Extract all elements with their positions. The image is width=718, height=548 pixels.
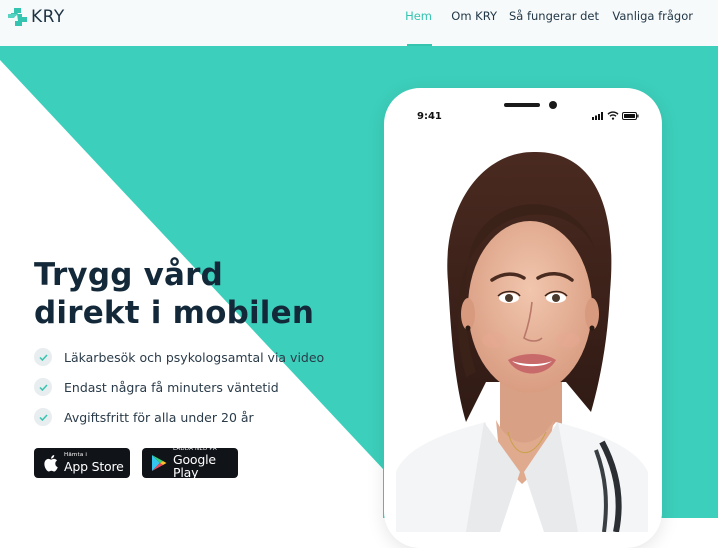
app-store-small-text: Hämta i [64,452,88,458]
site-header: KRY Hem Om KRY Så fungerar det Vanliga f… [0,0,718,46]
hero-title-line-2: direkt i mobilen [34,295,315,331]
nav-item-vanliga-fragor[interactable]: Vanliga frågor [612,9,693,23]
kry-cross-icon [8,8,27,26]
check-icon [34,348,52,366]
app-store-label: Hämta i App Store [64,452,124,474]
logo-text: KRY [31,7,65,27]
phone-speaker [504,103,540,107]
feature-text: Endast några få minuters väntetid [64,379,279,395]
wifi-icon [607,111,619,120]
phone-status-icons [592,111,639,120]
google-play-icon [151,454,167,472]
app-store-button[interactable]: Hämta i App Store [34,448,130,478]
nav-item-hem[interactable]: Hem [405,9,432,23]
check-icon [34,378,52,396]
google-play-button[interactable]: LADDA NED PÅ Google Play [142,446,238,480]
feature-text: Avgiftsfritt för alla under 20 år [64,409,254,425]
feature-item: Avgiftsfritt för alla under 20 år [34,407,324,427]
app-store-big-text: App Store [64,458,124,474]
feature-item: Endast några få minuters väntetid [34,377,324,397]
signal-icon [592,111,603,120]
kry-logo[interactable]: KRY [8,6,65,28]
phone-camera [549,101,557,109]
feature-item: Läkarbesök och psykologsamtal via video [34,347,324,367]
apple-icon [43,454,58,472]
google-play-big-text: Google Play [173,452,216,480]
check-icon [34,408,52,426]
nav-item-om-kry[interactable]: Om KRY [451,9,497,23]
google-play-label: LADDA NED PÅ Google Play [173,446,238,480]
doctor-portrait [396,151,648,532]
hero-title: Trygg vård direkt i mobilen [34,256,314,332]
feature-text: Läkarbesök och psykologsamtal via video [64,349,325,365]
phone-clock: 9:41 [417,111,442,122]
nav-active-indicator [407,44,432,46]
hero-title-line-1: Trygg vård [34,257,224,293]
phone-mockup: 9:41 [384,88,662,548]
battery-icon [622,111,639,120]
feature-list: Läkarbesök och psykologsamtal via video … [34,347,324,437]
nav-item-sa-fungerar-det[interactable]: Så fungerar det [509,9,599,23]
